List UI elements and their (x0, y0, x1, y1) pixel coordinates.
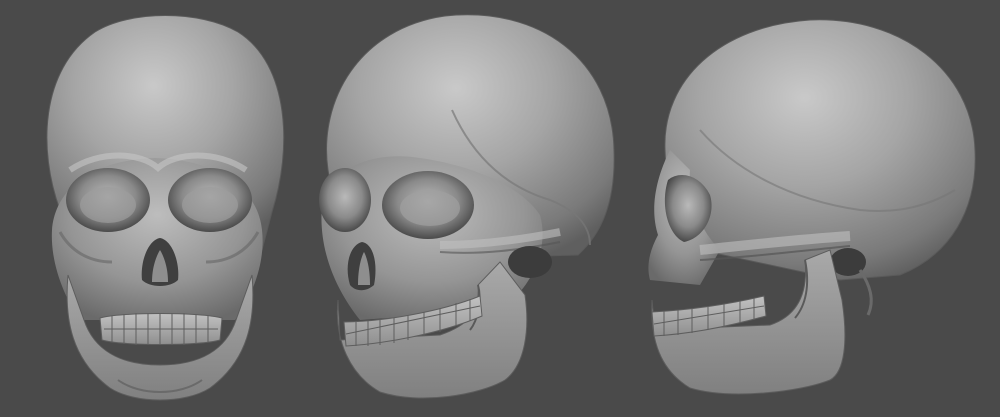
skull-front-view (46, 15, 285, 401)
sculpt-viewport (0, 0, 1000, 417)
skull-render-canvas (46, 14, 976, 401)
skull-three-quarter-view (319, 14, 615, 399)
front-teeth (99, 313, 223, 345)
skull-side-view (648, 19, 976, 395)
